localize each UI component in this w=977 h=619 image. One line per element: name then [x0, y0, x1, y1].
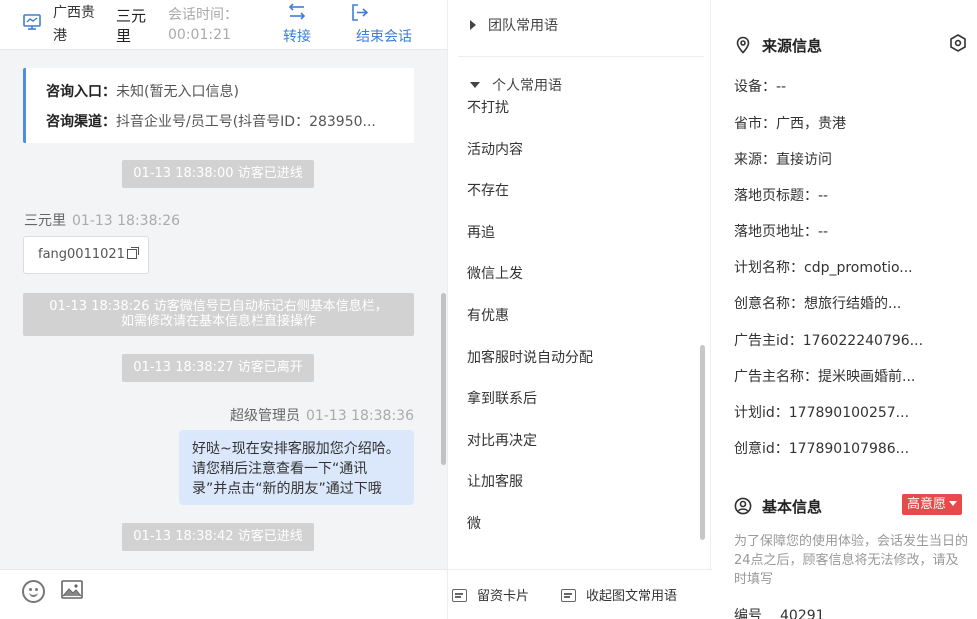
- user-icon: [734, 497, 752, 515]
- phrase-item[interactable]: 加客服时说自动分配: [467, 347, 593, 367]
- transfer-button[interactable]: 转接: [277, 0, 317, 50]
- logout-icon: [352, 4, 369, 21]
- team-phrases-label: 团队常用语: [488, 18, 558, 34]
- phrases-toolbar: 留资卡片 收起图文常用语: [448, 569, 712, 619]
- copy-icon[interactable]: [126, 249, 137, 259]
- source-info-heading: 来源信息: [734, 35, 822, 56]
- campaign-id: 计划id：177890100257...: [734, 405, 910, 421]
- visitor-message-text: fang0011021: [38, 247, 125, 262]
- inquiry-entry-value: 未知(暂无入口信息): [116, 84, 239, 100]
- phrase-item[interactable]: 不存在: [467, 180, 509, 200]
- source-info-title: 来源信息: [762, 37, 823, 55]
- end-session-button[interactable]: 结束会话: [349, 0, 419, 50]
- phrase-item[interactable]: 微信上发: [467, 263, 523, 283]
- phrase-item[interactable]: 活动内容: [467, 139, 523, 159]
- landing-page-url: 落地页地址：--: [734, 224, 829, 240]
- system-message-line: 01-13 18:38:26 访客微信号已自动标记右侧基本信息栏，: [49, 299, 388, 314]
- visitor-message[interactable]: fang0011021: [23, 236, 149, 274]
- transfer-icon: [288, 3, 306, 20]
- phrases-panel: 团队常用语 个人常用语 不打扰 活动内容 不存在 再追 微信上发 有优惠 加客服…: [447, 0, 712, 619]
- visitor-id-row: 编号 40291: [734, 605, 825, 619]
- caret-down-icon: [949, 501, 958, 506]
- collapse-phrases-label: 收起图文常用语: [586, 589, 678, 604]
- location-pin-icon: [736, 36, 750, 54]
- phrase-item[interactable]: 再追: [467, 222, 495, 242]
- chat-panel: 广西贵港 三元里 会话时间： 00:01:21 转接 结束会话 咨询入口：未知(…: [0, 0, 447, 619]
- chat-scrollbar[interactable]: [441, 293, 446, 465]
- phrase-item[interactable]: 不打扰: [467, 97, 509, 117]
- inquiry-info-card: 咨询入口：未知(暂无入口信息) 咨询渠道：抖音企业号/员工号(抖音号ID：283…: [23, 68, 414, 143]
- basic-info-heading: 基本信息: [734, 496, 822, 517]
- phrase-item[interactable]: 让加客服: [467, 471, 523, 491]
- transfer-label: 转接: [283, 29, 311, 45]
- visitor-id-value: 40291: [780, 608, 825, 619]
- source-region: 省市：广西，贵港: [734, 116, 846, 132]
- landing-page-title: 落地页标题：--: [734, 188, 829, 204]
- divider: [458, 56, 704, 57]
- inquiry-entry-label: 咨询入口：: [46, 84, 116, 100]
- message-icon: [561, 589, 576, 602]
- monitor-icon: [23, 14, 41, 30]
- inquiry-channel-label: 咨询渠道：: [46, 114, 116, 130]
- team-phrases-group[interactable]: 团队常用语: [470, 15, 558, 35]
- source-origin: 来源：直接访问: [734, 152, 832, 168]
- eye-icon[interactable]: [949, 34, 967, 52]
- inquiry-entry-row: 咨询入口：未知(暂无入口信息): [46, 81, 239, 101]
- agent-sender-name: 超级管理员: [229, 408, 300, 424]
- visitor-sender-time: 01-13 18:38:26: [72, 213, 181, 229]
- message-icon: [452, 589, 467, 602]
- creative-name: 创意名称：想旅行结婚的...: [734, 296, 902, 312]
- agent-message: 好哒~现在安排客服加您介绍哈。请您稍后注意查看一下“通讯录”并点击“新的朋友”通…: [179, 430, 414, 505]
- phrase-item[interactable]: 对比再决定: [467, 430, 537, 450]
- intent-level-dropdown[interactable]: 高意愿: [902, 494, 963, 515]
- system-message: 01-13 18:38:27 访客已离开: [122, 354, 314, 382]
- visitor-sender-name: 三元里: [24, 213, 66, 229]
- lead-card-label: 留资卡片: [477, 589, 530, 604]
- edit-deadline-note: 为了保障您的使用体验，会话发生当日的24点之后，顾客信息将无法修改，请及时填写: [734, 534, 969, 587]
- caret-right-icon: [470, 20, 476, 30]
- visitor-info-panel: 来源信息 设备：-- 省市：广西，贵港 来源：直接访问 落地页标题：-- 落地页…: [712, 0, 977, 619]
- emoji-icon[interactable]: [22, 580, 45, 603]
- chat-workspace: 广西贵港 三元里 会话时间： 00:01:21 转接 结束会话 咨询入口：未知(…: [0, 0, 977, 619]
- lead-card-button[interactable]: 留资卡片: [452, 585, 529, 604]
- chat-header: 广西贵港 三元里 会话时间： 00:01:21 转接 结束会话: [0, 0, 447, 50]
- basic-info-title: 基本信息: [762, 498, 823, 516]
- system-message: 01-13 18:38:00 访客已进线: [122, 160, 314, 188]
- system-message-line: 如需修改请在基本信息栏直接操作: [120, 314, 316, 329]
- system-message: 01-13 18:38:26 访客微信号已自动标记右侧基本信息栏， 如需修改请在…: [23, 293, 414, 336]
- agent-sender-time: 01-13 18:38:36: [305, 408, 414, 424]
- creative-id: 创意id：177890107986...: [734, 441, 910, 457]
- agent-sender: 超级管理员 01-13 18:38:36: [230, 405, 414, 425]
- visitor-sender: 三元里 01-13 18:38:26: [24, 210, 180, 230]
- chat-toolbar: [0, 569, 447, 619]
- intent-level-label: 高意愿: [907, 497, 947, 512]
- collapse-phrases-button[interactable]: 收起图文常用语: [561, 585, 677, 604]
- phrase-item[interactable]: 有优惠: [467, 305, 509, 325]
- advertiser-name: 广告主名称：提米映画婚前...: [734, 369, 916, 385]
- campaign-name: 计划名称：cdp_promotio...: [734, 260, 913, 276]
- inquiry-channel-value: 抖音企业号/员工号(抖音号ID：283950...: [116, 114, 376, 130]
- source-device: 设备：--: [734, 79, 787, 95]
- end-session-label: 结束会话: [356, 29, 412, 45]
- inquiry-channel-row: 咨询渠道：抖音企业号/员工号(抖音号ID：283950...: [46, 111, 376, 131]
- phrases-scrollbar[interactable]: [700, 345, 705, 540]
- message-list[interactable]: 咨询入口：未知(暂无入口信息) 咨询渠道：抖音企业号/员工号(抖音号ID：283…: [0, 50, 440, 569]
- visitor-id-label: 编号: [734, 608, 762, 619]
- session-time-value: 00:01:21: [168, 27, 231, 43]
- visitor-location: 广西贵港: [53, 5, 95, 44]
- personal-phrases-group[interactable]: 个人常用语: [470, 75, 562, 95]
- caret-down-icon: [470, 82, 480, 88]
- advertiser-id: 广告主id：176022240796...: [734, 333, 924, 349]
- phrase-item[interactable]: 微: [467, 513, 481, 533]
- image-icon[interactable]: [61, 580, 83, 599]
- phrase-item[interactable]: 拿到联系后: [467, 388, 537, 408]
- visitor-name: 三元里: [116, 7, 147, 45]
- session-time-label: 会话时间：: [168, 7, 238, 23]
- system-message: 01-13 18:38:42 访客已进线: [122, 523, 314, 551]
- personal-phrases-label: 个人常用语: [492, 78, 562, 94]
